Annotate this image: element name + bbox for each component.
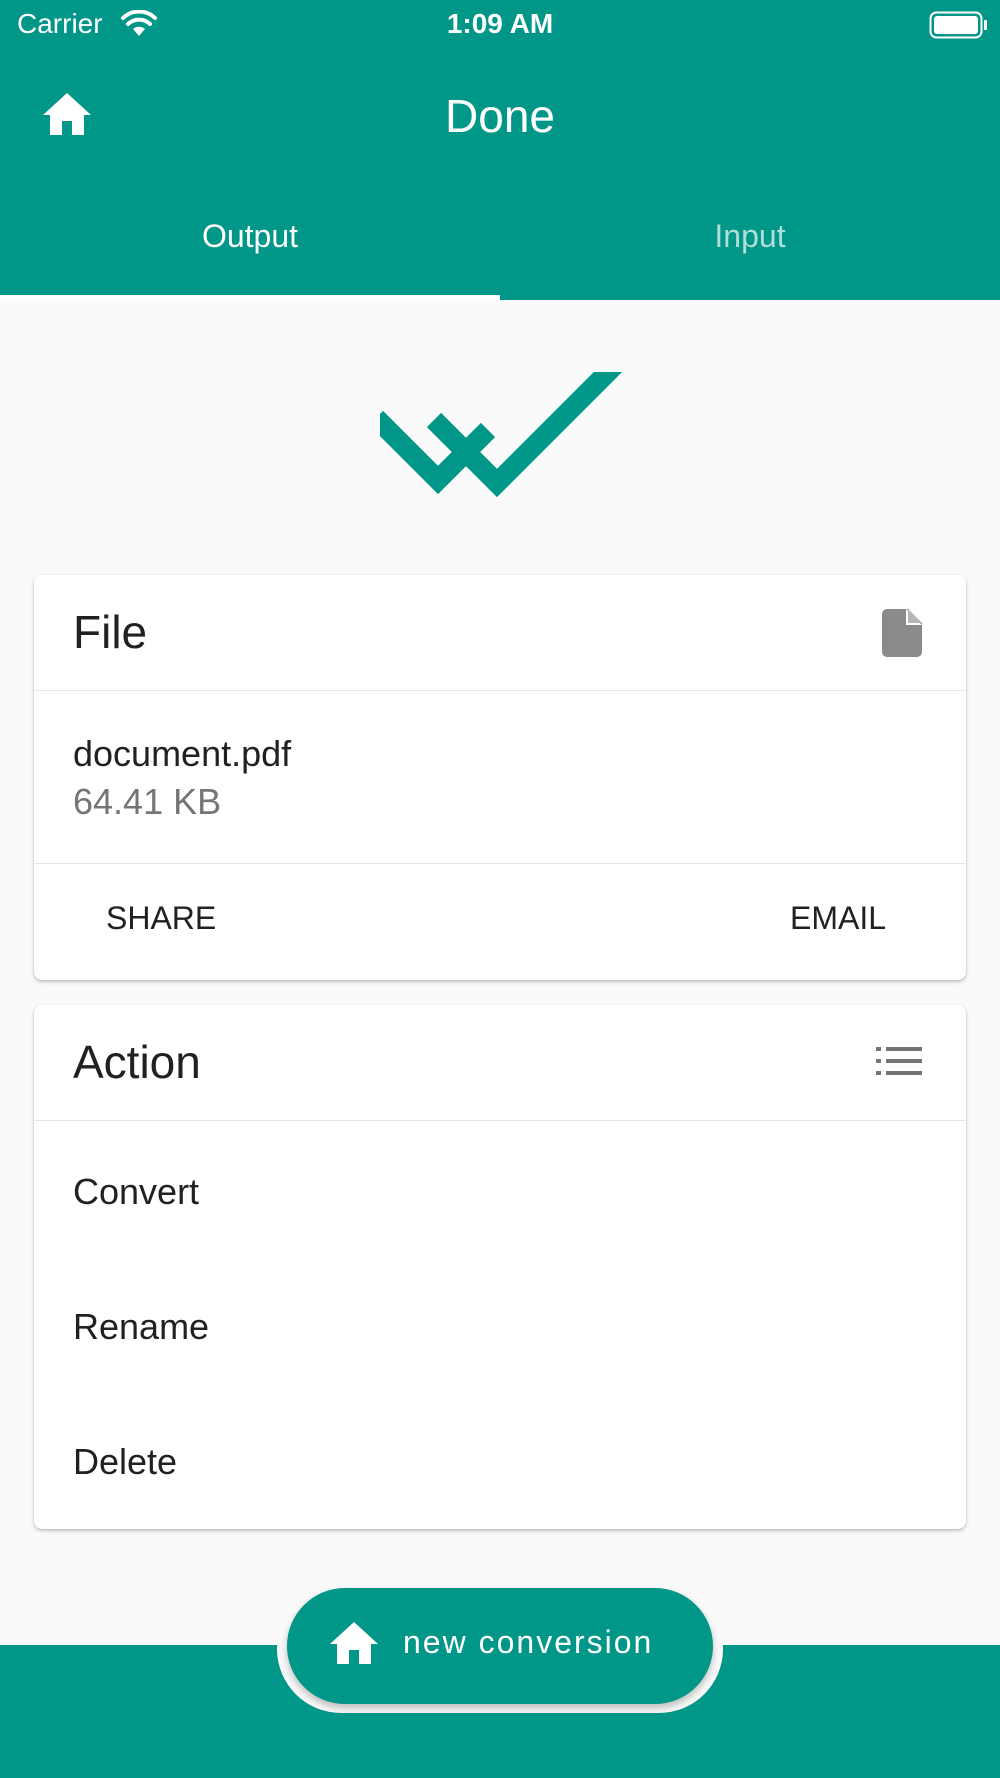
file-card-header: File bbox=[34, 575, 966, 691]
status-time: 1:09 AM bbox=[446, 8, 554, 39]
action-card-header: Action bbox=[34, 1005, 966, 1121]
tab-output[interactable]: Output bbox=[0, 218, 500, 255]
action-card: Action Convert Rename Delete bbox=[34, 1005, 966, 1529]
action-convert[interactable]: Convert bbox=[73, 1171, 199, 1213]
double-check-icon bbox=[380, 372, 623, 498]
status-bar: Carrier 1:09 AM bbox=[0, 0, 1000, 50]
list-icon bbox=[876, 1047, 922, 1075]
action-rename[interactable]: Rename bbox=[73, 1306, 209, 1348]
share-button[interactable]: SHARE bbox=[106, 900, 216, 937]
new-conversion-label: new conversion bbox=[403, 1624, 654, 1660]
action-card-title: Action bbox=[73, 1036, 201, 1088]
file-icon bbox=[882, 609, 922, 657]
new-conversion-button[interactable]: new conversion bbox=[287, 1588, 713, 1704]
top-bar: Done bbox=[0, 75, 1000, 155]
file-card-title: File bbox=[73, 606, 148, 658]
action-delete[interactable]: Delete bbox=[73, 1441, 177, 1483]
tab-input[interactable]: Input bbox=[500, 218, 1000, 255]
tab-bar: Output Input bbox=[0, 200, 1000, 300]
app-bar: Carrier 1:09 AM Done Output Input bbox=[0, 0, 1000, 300]
home-icon bbox=[330, 1622, 378, 1664]
file-card: File document.pdf 64.41 KB SHARE EMAIL bbox=[34, 575, 966, 980]
battery-icon bbox=[929, 11, 987, 39]
page-title: Done bbox=[445, 90, 555, 142]
file-name: document.pdf bbox=[73, 733, 292, 774]
tab-indicator bbox=[0, 295, 500, 300]
email-button[interactable]: EMAIL bbox=[790, 900, 886, 937]
file-actions: SHARE EMAIL bbox=[34, 863, 966, 981]
file-size: 64.41 KB bbox=[73, 781, 222, 822]
